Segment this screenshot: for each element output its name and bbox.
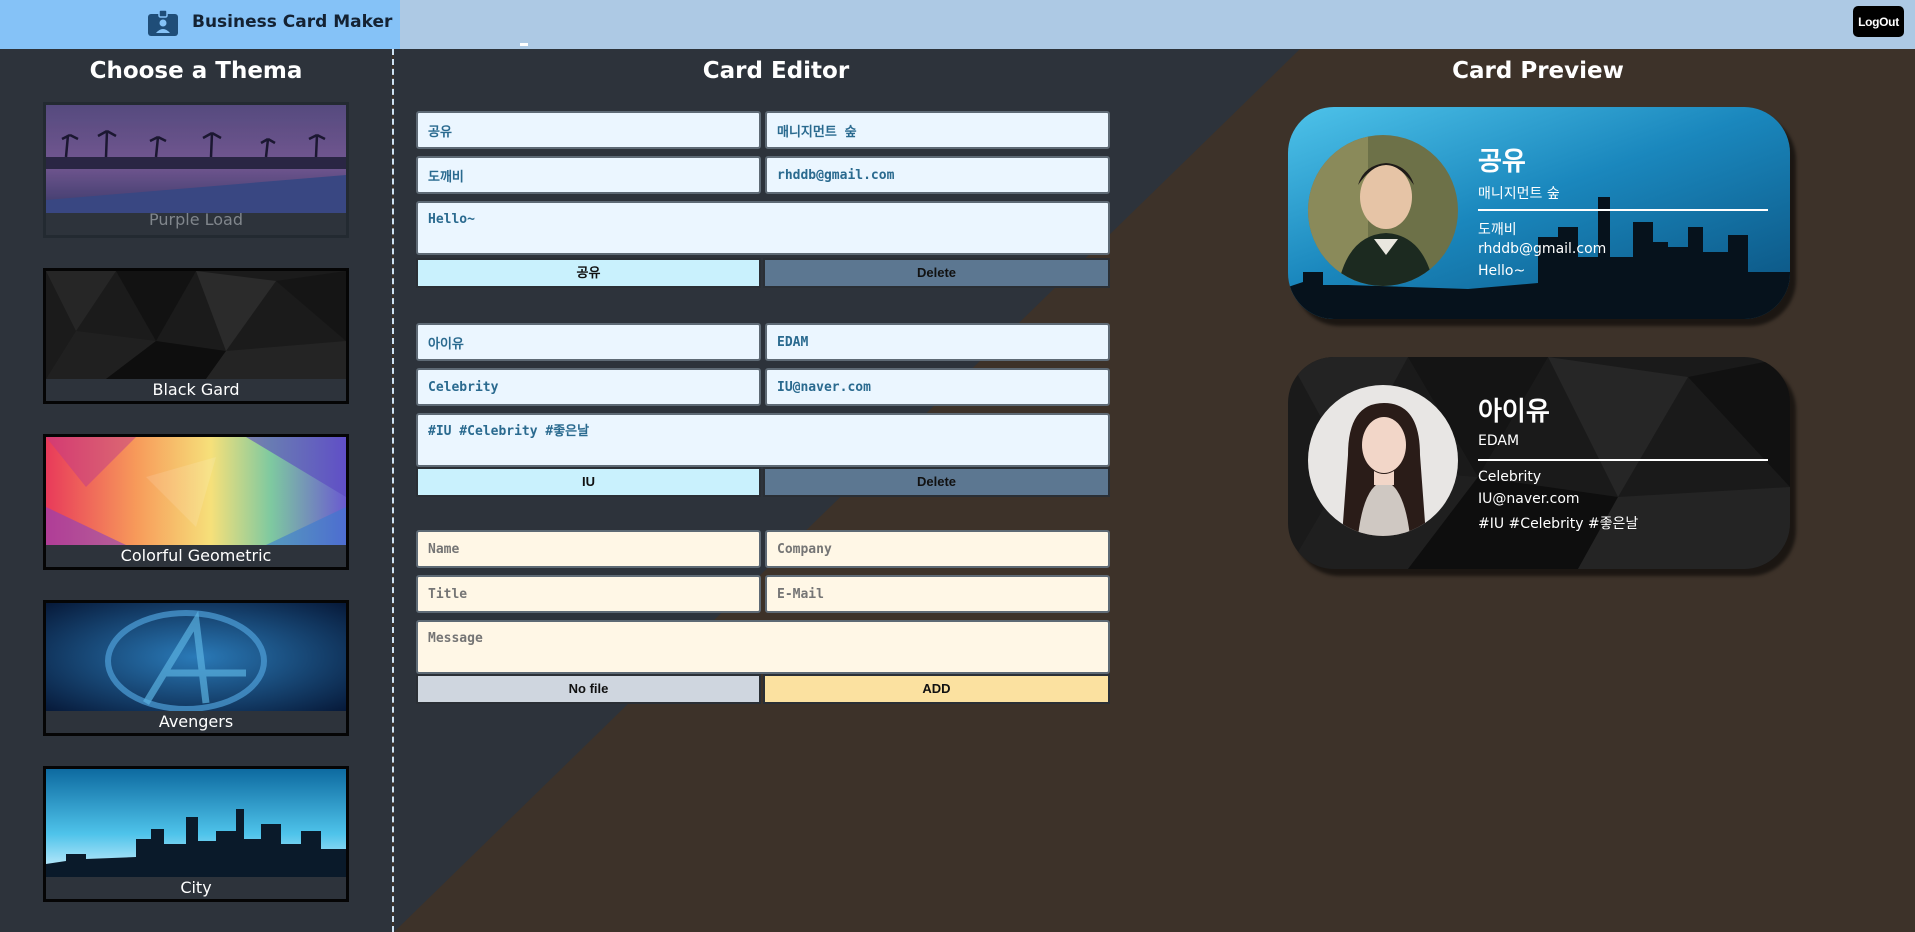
profile-photo — [1308, 385, 1458, 536]
delete-button[interactable]: Delete — [763, 467, 1110, 497]
black-gard-thumbnail — [46, 271, 346, 379]
message-textarea[interactable]: #IU #Celebrity #좋은날 — [416, 413, 1110, 467]
message-textarea[interactable]: Hello~ — [416, 201, 1110, 255]
file-upload-button[interactable]: 공유 — [416, 258, 761, 288]
preview-card-2: 아이유 EDAM Celebrity IU@naver.com #IU #Cel… — [1288, 357, 1790, 569]
message-textarea[interactable] — [416, 620, 1110, 674]
card-email: rhddb@gmail.com — [1478, 241, 1607, 257]
header: Business Card Maker LogOut — [0, 0, 1915, 49]
colorful-geometric-thumbnail — [46, 437, 346, 545]
city-thumbnail — [46, 769, 346, 877]
theme-label: Avengers — [158, 712, 234, 731]
card-message: #IU #Celebrity #좋은날 — [1478, 516, 1639, 532]
file-upload-button[interactable]: IU — [416, 467, 761, 497]
title-input[interactable] — [416, 156, 761, 194]
editor-title: Card Editor — [702, 58, 850, 84]
card-name: 공유 — [1478, 147, 1526, 177]
theme-label: Purple Load — [149, 210, 243, 229]
preview-title: Card Preview — [1452, 58, 1624, 84]
company-input[interactable] — [765, 323, 1110, 361]
name-input[interactable] — [416, 530, 761, 568]
email-input[interactable] — [765, 156, 1110, 194]
theme-option-purple-load[interactable]: Purple Load — [43, 102, 349, 238]
theme-panel-title: Choose a Thema — [89, 58, 303, 84]
header-brand: Business Card Maker — [0, 0, 400, 49]
company-input[interactable] — [765, 111, 1110, 149]
card-name: 아이유 — [1478, 397, 1550, 427]
theme-label: City — [180, 878, 212, 897]
avatar — [1308, 135, 1458, 286]
theme-option-avengers[interactable]: Avengers — [43, 600, 349, 736]
card-email: IU@naver.com — [1478, 491, 1580, 507]
delete-button[interactable]: Delete — [763, 258, 1110, 288]
card-company: EDAM — [1478, 433, 1520, 449]
card-company: 매니지먼트 숲 — [1478, 186, 1560, 202]
header-marker — [520, 43, 528, 46]
email-input[interactable] — [765, 575, 1110, 613]
logout-button[interactable]: LogOut — [1853, 6, 1904, 37]
avengers-thumbnail — [46, 603, 346, 711]
theme-option-black-gard[interactable]: Black Gard — [43, 268, 349, 404]
app-title: Business Card Maker — [192, 12, 393, 32]
theme-option-city[interactable]: City — [43, 766, 349, 902]
avatar — [1308, 385, 1458, 536]
title-input[interactable] — [416, 368, 761, 406]
card-message: Hello~ — [1478, 263, 1526, 279]
add-button[interactable]: ADD — [763, 674, 1110, 704]
file-upload-button[interactable]: No file — [416, 674, 761, 704]
theme-label: Colorful Geometric — [120, 546, 272, 565]
name-input[interactable] — [416, 323, 761, 361]
card-divider — [1478, 459, 1768, 461]
purple-load-thumbnail — [46, 105, 346, 213]
card-title: Celebrity — [1478, 469, 1542, 485]
theme-option-colorful-geometric[interactable]: Colorful Geometric — [43, 434, 349, 570]
profile-photo — [1308, 135, 1458, 286]
email-input[interactable] — [765, 368, 1110, 406]
theme-label: Black Gard — [152, 380, 240, 399]
company-input[interactable] — [765, 530, 1110, 568]
name-input[interactable] — [416, 111, 761, 149]
preview-card-1: 공유 매니지먼트 숲 도깨비 rhddb@gmail.com Hello~ — [1288, 107, 1790, 319]
card-title: 도깨비 — [1478, 222, 1517, 238]
id-badge-icon — [148, 10, 178, 36]
card-divider — [1478, 209, 1768, 211]
title-input[interactable] — [416, 575, 761, 613]
